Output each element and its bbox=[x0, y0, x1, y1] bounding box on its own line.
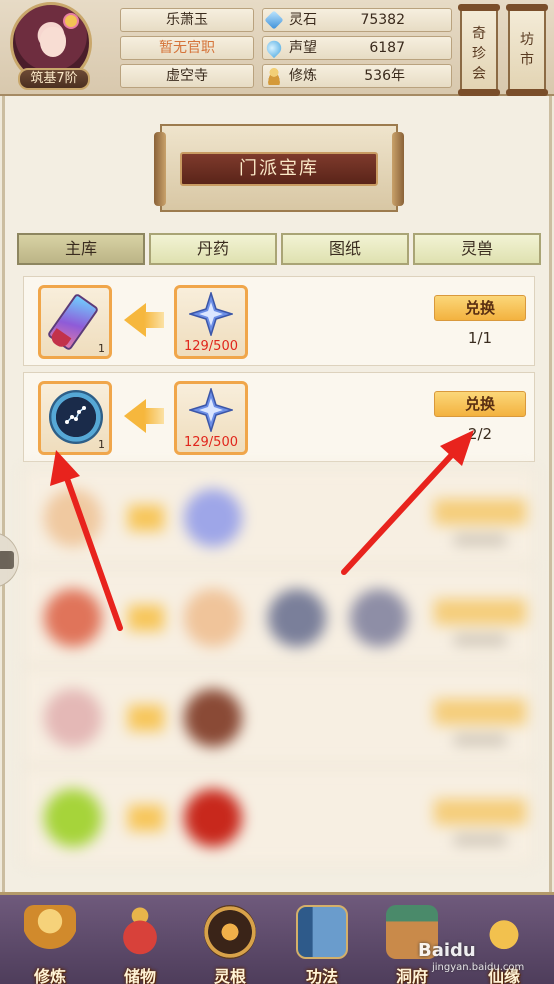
nav-label: 功法 bbox=[305, 967, 338, 984]
baidu-watermark-url: jingyan.baidu.com bbox=[432, 962, 525, 973]
market-char: 坊 bbox=[520, 32, 534, 48]
blurred-row bbox=[23, 468, 535, 564]
blurred-item bbox=[184, 589, 242, 647]
top-status-bar: 筑基7阶 乐萧玉 暂无官职 虚空寺 灵石 75382 声望 6187 修炼 53… bbox=[0, 0, 554, 96]
exchange-button[interactable]: 兑换 bbox=[434, 295, 526, 321]
cost-progress: 129/500 bbox=[183, 435, 238, 450]
blurred-text bbox=[454, 535, 506, 545]
blurred-item bbox=[44, 589, 102, 647]
resource-label: 声望 bbox=[289, 40, 317, 56]
blurred-button bbox=[434, 499, 526, 525]
nav-label: 修炼 bbox=[33, 967, 66, 984]
exchange-limit: 1/1 bbox=[467, 329, 493, 347]
category-tabs: 主库 丹药 图纸 灵兽 bbox=[17, 233, 543, 267]
resource-cultivation: 修炼 536年 bbox=[262, 64, 452, 88]
blurred-item bbox=[268, 589, 326, 647]
blurred-exchange-list bbox=[23, 468, 535, 888]
market-button[interactable]: 坊 市 bbox=[506, 4, 548, 96]
blurred-text bbox=[454, 835, 506, 845]
cultivate-icon bbox=[24, 905, 76, 959]
resource-spirit-stone: 灵石 75382 bbox=[262, 8, 452, 32]
cost-progress: 129/500 bbox=[183, 339, 238, 354]
blurred-button bbox=[434, 799, 526, 825]
nav-spirit-root[interactable]: 灵根 bbox=[190, 905, 270, 984]
nav-label: 储物 bbox=[123, 967, 156, 984]
arrow-left-icon bbox=[124, 399, 166, 433]
tab-main-vault[interactable]: 主库 bbox=[17, 233, 145, 265]
title-scroll-banner: 门派宝库 bbox=[154, 124, 404, 212]
resource-value: 536年 bbox=[364, 68, 405, 84]
tab-spirit-beasts[interactable]: 灵兽 bbox=[413, 233, 541, 265]
official-rank: 暂无官职 bbox=[120, 36, 254, 60]
reward-item-slot[interactable]: 1 bbox=[38, 381, 112, 455]
blurred-item bbox=[44, 689, 102, 747]
cultivation-icon bbox=[265, 67, 283, 85]
resource-label: 修炼 bbox=[289, 68, 317, 84]
blurred-arrow bbox=[128, 705, 164, 731]
sect-name: 虚空寺 bbox=[120, 64, 254, 88]
baidu-watermark: Baidu bbox=[418, 940, 476, 961]
treasure-fair-char: 珍 bbox=[472, 46, 486, 62]
player-name: 乐萧玉 bbox=[120, 8, 254, 32]
exchange-row: 1 129/500 兑换 1/1 bbox=[23, 276, 535, 366]
resource-value: 6187 bbox=[369, 40, 405, 56]
nav-cultivate[interactable]: 修炼 bbox=[10, 905, 90, 984]
reputation-icon bbox=[263, 37, 285, 59]
blurred-arrow bbox=[128, 805, 164, 831]
resource-value: 75382 bbox=[360, 12, 405, 28]
hair-ornament-icon bbox=[65, 15, 77, 27]
spirit-stone-icon bbox=[264, 10, 284, 30]
treasure-fair-char: 会 bbox=[472, 66, 486, 82]
side-pull-tab[interactable] bbox=[0, 532, 19, 588]
tab-blueprints[interactable]: 图纸 bbox=[281, 233, 409, 265]
blurred-row bbox=[23, 568, 535, 664]
technique-book-icon bbox=[296, 905, 348, 959]
player-avatar[interactable]: 筑基7阶 bbox=[6, 2, 98, 90]
immortal-fate-icon bbox=[478, 905, 530, 959]
cost-item-slot[interactable]: 129/500 bbox=[174, 285, 248, 359]
blurred-button bbox=[434, 599, 526, 625]
star-crystal-icon bbox=[189, 292, 233, 336]
nav-label: 灵根 bbox=[213, 967, 246, 984]
constellation-icon bbox=[65, 406, 86, 424]
blurred-text bbox=[454, 735, 506, 745]
exchange-button[interactable]: 兑换 bbox=[434, 391, 526, 417]
spirit-root-icon bbox=[204, 905, 256, 959]
resource-reputation: 声望 6187 bbox=[262, 36, 452, 60]
storage-bag-icon bbox=[114, 905, 166, 959]
arrow-left-icon bbox=[124, 303, 166, 337]
treasure-fair-char: 奇 bbox=[472, 26, 486, 42]
blurred-arrow bbox=[128, 505, 164, 531]
blurred-item bbox=[44, 789, 102, 847]
exchange-row: 1 129/500 兑换 2/2 bbox=[23, 372, 535, 462]
blurred-item bbox=[44, 489, 102, 547]
page-title: 门派宝库 bbox=[180, 152, 378, 186]
avatar-face bbox=[40, 27, 66, 57]
nav-storage[interactable]: 储物 bbox=[100, 905, 180, 984]
reward-item-slot[interactable]: 1 bbox=[38, 285, 112, 359]
market-char: 市 bbox=[520, 52, 534, 68]
blurred-row bbox=[23, 768, 535, 864]
blurred-button bbox=[434, 699, 526, 725]
cost-item-slot[interactable]: 129/500 bbox=[174, 381, 248, 455]
blurred-item bbox=[350, 589, 408, 647]
blurred-item bbox=[184, 689, 242, 747]
tab-pills[interactable]: 丹药 bbox=[149, 233, 277, 265]
reward-count: 1 bbox=[98, 438, 105, 451]
side-tab-icon bbox=[0, 551, 14, 569]
blurred-item bbox=[184, 489, 242, 547]
blurred-arrow bbox=[128, 605, 164, 631]
blurred-row bbox=[23, 668, 535, 764]
nav-technique[interactable]: 功法 bbox=[282, 905, 362, 984]
blurred-item bbox=[184, 789, 242, 847]
resource-label: 灵石 bbox=[289, 12, 317, 28]
realm-badge: 筑基7阶 bbox=[18, 68, 90, 90]
star-crystal-icon bbox=[189, 388, 233, 432]
blurred-text bbox=[454, 635, 506, 645]
exchange-limit: 2/2 bbox=[467, 425, 493, 443]
reward-count: 1 bbox=[98, 342, 105, 355]
treasure-fair-button[interactable]: 奇 珍 会 bbox=[458, 4, 500, 96]
sect-treasury-panel: 门派宝库 主库 丹药 图纸 灵兽 1 129/500 兑换 1/1 1 129/… bbox=[0, 96, 552, 892]
